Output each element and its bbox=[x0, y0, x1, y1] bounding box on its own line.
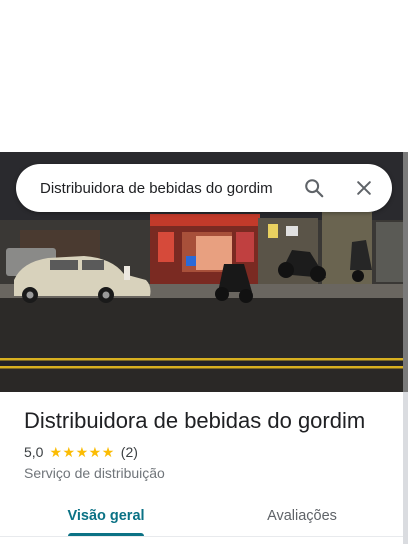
scrollbar-thumb[interactable] bbox=[403, 152, 408, 392]
place-title: Distribuidora de bebidas do gordim bbox=[24, 408, 366, 433]
search-input[interactable]: Distribuidora de bebidas do gordim bbox=[40, 180, 296, 197]
rating-value: 5,0 bbox=[24, 444, 44, 460]
search-icon bbox=[305, 179, 324, 198]
star-icon: ★ bbox=[101, 444, 115, 460]
tab-divider bbox=[0, 536, 403, 537]
star-icon: ★ bbox=[88, 444, 102, 460]
search-bar[interactable]: Distribuidora de bebidas do gordim bbox=[16, 164, 392, 212]
maps-place-panel: Distribuidora de bebidas do gordim Distr… bbox=[0, 0, 408, 544]
search-button[interactable] bbox=[296, 170, 332, 206]
star-icon: ★ bbox=[62, 444, 76, 460]
tab-overview[interactable]: Visão geral bbox=[56, 496, 156, 536]
rating-stars: ★ ★ ★ ★ ★ bbox=[49, 445, 114, 459]
tab-reviews[interactable]: Avaliações bbox=[252, 496, 352, 536]
review-count[interactable]: (2) bbox=[121, 444, 138, 460]
star-icon: ★ bbox=[75, 444, 89, 460]
tab-bar: Visão geral Avaliações bbox=[0, 496, 403, 536]
close-icon bbox=[357, 181, 371, 195]
close-button[interactable] bbox=[346, 170, 382, 206]
rating-row[interactable]: 5,0 ★ ★ ★ ★ ★ (2) bbox=[24, 444, 138, 460]
place-category[interactable]: Serviço de distribuição bbox=[24, 465, 165, 481]
star-icon: ★ bbox=[49, 444, 63, 460]
